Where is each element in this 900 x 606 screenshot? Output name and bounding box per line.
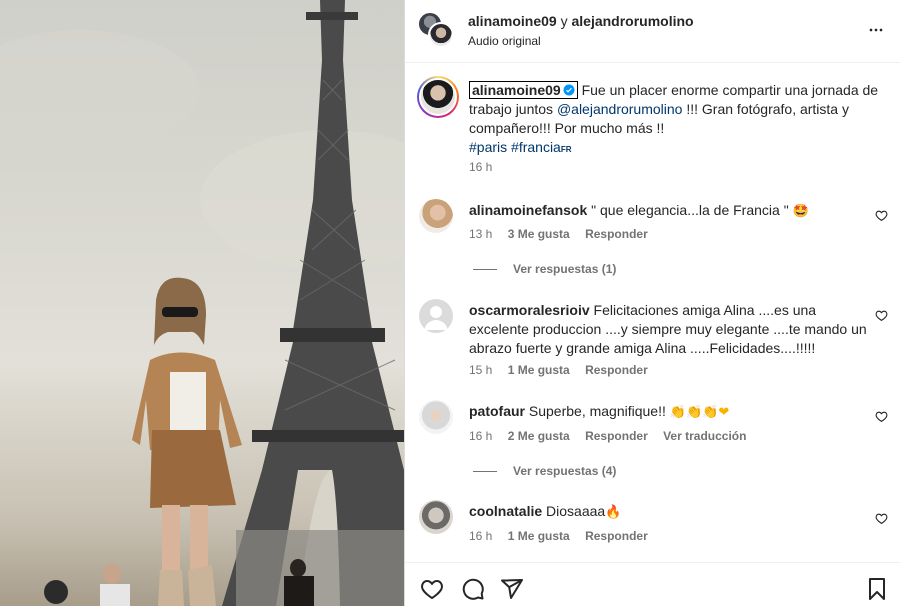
mention-link[interactable]: @alejandrorumolino	[557, 101, 683, 117]
comment-meta: 15 h 1 Me gusta Responder	[469, 363, 660, 377]
caption-username[interactable]: alinamoine09	[469, 81, 578, 99]
comment-body: Superbe, magnifique!!	[528, 403, 666, 419]
flag-text: FR	[560, 145, 572, 154]
comment-body: Diosaaaa	[546, 503, 606, 519]
comment-username[interactable]: oscarmoralesrioiv	[469, 302, 590, 318]
comment-icon[interactable]	[461, 577, 485, 601]
comment-text: oscarmoralesrioiv Felicitaciones amiga A…	[469, 301, 879, 358]
avatar[interactable]	[419, 500, 453, 534]
comment-username[interactable]: coolnatalie	[469, 503, 542, 519]
comment-meta: 13 h 3 Me gusta Responder	[469, 227, 660, 241]
comment-meta: 16 h 2 Me gusta Responder Ver traducción	[469, 429, 758, 443]
more-icon[interactable]	[866, 20, 886, 40]
comment-time: 16 h	[469, 529, 493, 543]
audio-link[interactable]: Audio original	[468, 34, 541, 48]
username-link[interactable]: alinamoine09	[468, 13, 557, 29]
comment-meta: 16 h 1 Me gusta Responder	[469, 529, 660, 543]
likes-count[interactable]: 1 Me gusta	[508, 363, 570, 377]
translate-button[interactable]: Ver traducción	[663, 429, 746, 443]
post-header: alinamoine09 y alejandrorumolino Audio o…	[405, 0, 900, 63]
default-avatar-icon	[424, 306, 448, 330]
comment-time: 16 h	[469, 429, 493, 443]
hashtag-link[interactable]: #franciaFR	[511, 139, 571, 155]
comment-username[interactable]: patofaur	[469, 403, 525, 419]
caption-text: alinamoine09 Fue un placer enorme compar…	[469, 81, 889, 159]
comment-text: patofaur Superbe, magnifique!! 👏👏👏❤	[469, 402, 869, 422]
eiffel-tower-photo	[0, 0, 404, 606]
emoji-text: 🤩	[792, 204, 809, 219]
avatar[interactable]	[419, 199, 453, 233]
post-action-bar	[405, 562, 900, 606]
comment-time: 13 h	[469, 227, 493, 241]
share-icon[interactable]	[500, 577, 524, 601]
heart-icon[interactable]	[875, 309, 888, 322]
view-replies-button[interactable]: Ver respuestas (4)	[473, 464, 616, 478]
reply-button[interactable]: Responder	[585, 227, 648, 241]
username-link[interactable]: alejandrorumolino	[571, 13, 693, 29]
avatar[interactable]	[417, 76, 459, 118]
collab-usernames: alinamoine09 y alejandrorumolino	[468, 13, 694, 29]
emoji-text: 🔥	[605, 505, 622, 520]
avatar[interactable]	[419, 400, 453, 434]
likes-count[interactable]: 2 Me gusta	[508, 429, 570, 443]
reply-button[interactable]: Responder	[585, 529, 648, 543]
likes-count[interactable]: 3 Me gusta	[508, 227, 570, 241]
comment-time: 15 h	[469, 363, 493, 377]
caption-timestamp: 16 h	[469, 160, 493, 174]
heart-icon[interactable]	[875, 209, 888, 222]
collab-avatars[interactable]	[418, 12, 454, 48]
hashtag-link[interactable]: #paris	[469, 139, 507, 155]
emoji-text: 👏👏👏❤	[669, 405, 730, 420]
post-details-panel: alinamoine09 y alejandrorumolino Audio o…	[405, 0, 900, 606]
separator-text: y	[560, 13, 568, 29]
comment-text: coolnatalie Diosaaaa🔥	[469, 502, 869, 522]
likes-count[interactable]: 1 Me gusta	[508, 529, 570, 543]
post-media[interactable]	[0, 0, 404, 606]
view-replies-button[interactable]: Ver respuestas (1)	[473, 262, 616, 276]
comment-username[interactable]: alinamoinefansok	[469, 202, 587, 218]
verified-badge-icon	[563, 84, 575, 96]
comment-body: " que elegancia...la de Francia "	[591, 202, 789, 218]
reply-button[interactable]: Responder	[585, 429, 648, 443]
bookmark-icon[interactable]	[865, 577, 889, 601]
heart-icon[interactable]	[875, 512, 888, 525]
comment-text: alinamoinefansok " que elegancia...la de…	[469, 201, 869, 221]
avatar[interactable]	[419, 299, 453, 333]
avatar[interactable]	[428, 22, 454, 48]
heart-icon[interactable]	[875, 410, 888, 423]
like-heart-icon[interactable]	[420, 577, 444, 601]
reply-button[interactable]: Responder	[585, 363, 648, 377]
